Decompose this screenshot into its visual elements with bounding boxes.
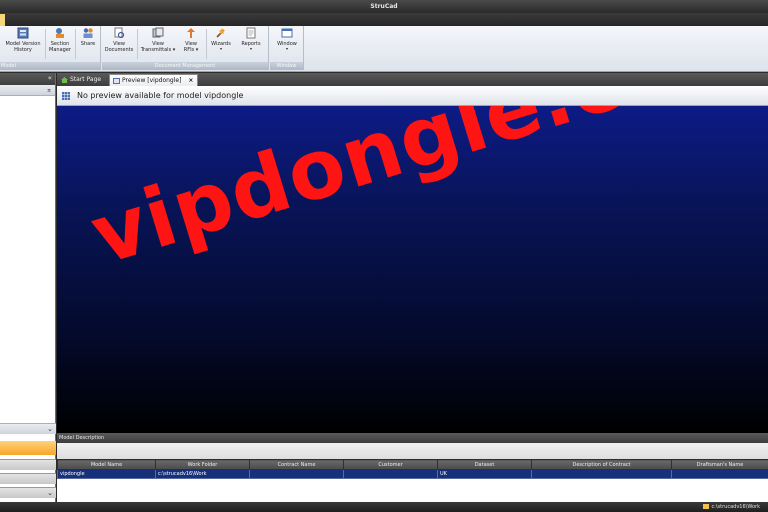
column-header[interactable]: Customer: [343, 459, 438, 470]
view-transmittals-button[interactable]: View Transmittals ▾: [139, 27, 177, 61]
document-tab-bar: Start Page Preview [vipdongle] ×: [57, 73, 768, 86]
share-button[interactable]: Share: [77, 27, 99, 61]
tab-preview[interactable]: Preview [vipdongle] ×: [109, 74, 199, 86]
column-header[interactable]: Contract Name: [249, 459, 344, 470]
window-icon: [281, 28, 293, 38]
close-tab-icon[interactable]: ×: [188, 77, 193, 84]
column-header[interactable]: Draftsman's Name: [671, 459, 768, 470]
reports-dropdown-arrow: ▾: [249, 46, 252, 51]
view-transmittals-label-2: Transmittals ▾: [140, 47, 176, 53]
table-row[interactable]: vipdongle c:\strucadv16\Work UK: [57, 469, 768, 479]
left-pane-header: «: [0, 73, 55, 85]
column-header[interactable]: Work Folder: [155, 459, 250, 470]
table-cell[interactable]: [531, 469, 672, 479]
expand-down-icon[interactable]: ⌄: [47, 425, 53, 433]
ribbon-group-window: Window ▾ Window: [270, 26, 304, 70]
table-cell[interactable]: [343, 469, 438, 479]
model-version-history-button[interactable]: Model Version History: [3, 27, 43, 61]
left-pane-section[interactable]: [0, 473, 56, 484]
tab-start-page[interactable]: Start Page: [58, 74, 105, 86]
watermark-text: vipdongle.com: [80, 106, 768, 284]
left-pane-section[interactable]: [0, 459, 56, 470]
window-dropdown-arrow: ▾: [285, 46, 288, 51]
start-page-icon: [61, 77, 68, 83]
expand-up-icon[interactable]: ⌅: [46, 86, 52, 94]
folder-icon: [703, 504, 710, 509]
model-description-panel: Model Name Work Folder Contract Name Cus…: [57, 443, 768, 502]
ribbon-group-document-management: View Documents View Transmittals ▾ View …: [102, 26, 269, 70]
tab-preview-label: Preview [vipdongle]: [122, 77, 182, 84]
view-transmittals-icon: [152, 27, 164, 38]
window-title: StruCad: [0, 0, 768, 13]
left-pane-section[interactable]: ⌄: [0, 487, 56, 498]
grid-toolbar: [57, 443, 768, 459]
window-button[interactable]: Window ▾: [273, 27, 301, 61]
view-documents-icon: [114, 27, 125, 39]
column-header[interactable]: Description of Contract: [531, 459, 672, 470]
ribbon-group-model-label: Model: [0, 62, 100, 70]
table-cell[interactable]: [671, 469, 768, 479]
table-cell[interactable]: [249, 469, 344, 479]
section-manager-label-2: Manager: [49, 47, 71, 53]
view-rfis-label-2: RFIs ▾: [183, 47, 199, 53]
view-documents-button[interactable]: View Documents: [104, 27, 134, 61]
ribbon-separator: [137, 29, 138, 59]
table-cell[interactable]: c:\strucadv16\Work: [155, 469, 250, 479]
left-pane-active-section[interactable]: [0, 441, 56, 455]
wizard-icon: [216, 28, 225, 38]
table-cell[interactable]: vipdongle: [57, 469, 156, 479]
section-manager-icon: [56, 28, 64, 38]
share-label: Share: [80, 41, 96, 47]
ribbon-group-window-label: Window: [270, 62, 303, 70]
status-path-text: c:\strucadv16\Work: [711, 504, 760, 510]
table-cell[interactable]: UK: [437, 469, 532, 479]
ribbon-group-document-management-label: Document Management: [102, 62, 268, 70]
preview-message: No preview available for model vipdongle: [77, 91, 244, 100]
model-version-history-label-2: History: [14, 47, 32, 53]
collapse-pane-icon[interactable]: «: [48, 74, 52, 82]
share-icon: [83, 28, 93, 38]
ribbon-separator: [206, 29, 207, 59]
tab-start-page-label: Start Page: [70, 76, 102, 83]
grid-icon: [62, 92, 70, 100]
table-header-row: Model Name Work Folder Contract Name Cus…: [57, 459, 768, 470]
view-documents-label-2: Documents: [104, 47, 134, 53]
reports-icon: [246, 27, 256, 39]
section-manager-button[interactable]: Section Manager: [47, 27, 73, 61]
status-path: c:\strucadv16\Work: [703, 502, 760, 512]
ribbon-tab-strip: [0, 13, 768, 26]
model-description-table: Model Name Work Folder Contract Name Cus…: [57, 459, 768, 479]
status-bar: c:\strucadv16\Work: [0, 502, 768, 512]
model-history-icon: [17, 27, 29, 39]
view-rfis-button[interactable]: View RFIs ▾: [179, 27, 203, 61]
expand-down-icon[interactable]: ⌄: [47, 489, 53, 497]
model-description-title: Model Description: [57, 433, 768, 443]
ribbon-group-model: Model Version History Section Manager Sh…: [0, 26, 101, 70]
ribbon: Model Version History Section Manager Sh…: [0, 26, 768, 72]
left-pane-footer: ⌄: [0, 423, 56, 434]
wizards-dropdown-arrow: ▾: [219, 46, 222, 51]
wizards-button[interactable]: Wizards ▾: [208, 27, 234, 61]
ribbon-separator: [75, 29, 76, 59]
left-pane-subheader: ⌅: [0, 85, 55, 96]
preview-canvas[interactable]: vipdongle.com: [57, 106, 768, 433]
preview-tab-icon: [113, 78, 120, 84]
view-rfis-icon: [187, 28, 195, 38]
reports-button[interactable]: Reports ▾: [237, 27, 265, 61]
ribbon-separator: [45, 29, 46, 59]
ribbon-tab-active[interactable]: [0, 14, 5, 26]
left-pane: « ⌅ ⌄ ⌄: [0, 73, 56, 502]
preview-header: No preview available for model vipdongle: [57, 86, 768, 106]
column-header[interactable]: Model Name: [57, 459, 156, 470]
column-header[interactable]: Dataset: [437, 459, 532, 470]
